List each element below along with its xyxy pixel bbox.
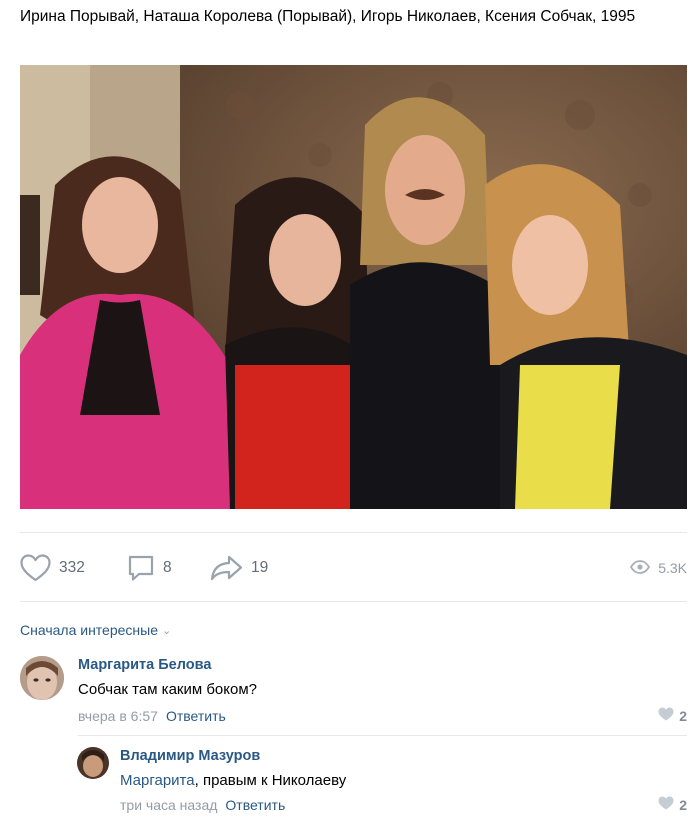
comment-text: Маргарита, правым к Николаеву: [120, 772, 346, 789]
views-count: 5.3K: [658, 560, 687, 576]
comment-meta: вчера в 6:57 Ответить: [78, 708, 226, 724]
views-counter: 5.3K: [630, 550, 687, 586]
post-photo[interactable]: [20, 65, 687, 509]
comment-author[interactable]: Маргарита Белова: [78, 657, 211, 673]
chevron-down-icon: ⌄: [162, 624, 172, 637]
comments-divider: [20, 601, 687, 602]
heart-icon: [20, 554, 51, 582]
comment-like-count: 2: [679, 707, 687, 724]
comment-count: 8: [163, 559, 172, 576]
post-divider: [20, 532, 687, 533]
small-heart-icon: [658, 796, 674, 813]
reply-button[interactable]: Ответить: [166, 708, 226, 724]
share-icon: [210, 555, 243, 581]
like-button[interactable]: 332: [20, 550, 85, 586]
comment-like-count: 2: [679, 796, 687, 813]
avatar[interactable]: [77, 747, 109, 779]
comment-text: Собчак там каким боком?: [78, 681, 257, 698]
comment-author[interactable]: Владимир Мазуров: [120, 748, 260, 764]
reply-mention-link[interactable]: Маргарита: [120, 772, 195, 789]
comment-like-button[interactable]: 2: [658, 707, 687, 724]
comment-time[interactable]: вчера в 6:57: [78, 708, 158, 724]
comment-meta: три часа назад Ответить: [120, 797, 285, 813]
avatar[interactable]: [20, 656, 64, 700]
comment-time[interactable]: три часа назад: [120, 797, 217, 813]
comment-icon: [127, 554, 155, 582]
reply-button[interactable]: Ответить: [225, 797, 285, 813]
like-count: 332: [59, 559, 85, 576]
comment-button[interactable]: 8: [127, 550, 172, 586]
sort-label: Сначала интересные: [20, 622, 158, 638]
comment-text-body: , правым к Николаеву: [194, 772, 347, 789]
share-count: 19: [251, 559, 269, 576]
share-button[interactable]: 19: [210, 550, 268, 586]
post-caption: Ирина Порывай, Наташа Королева (Порывай)…: [20, 8, 636, 25]
comments-sort-dropdown[interactable]: Сначала интересные ⌄: [20, 620, 171, 640]
post-actions: 332 8 19 5.3K: [20, 550, 687, 586]
comment-divider: [78, 735, 687, 736]
comment-like-button[interactable]: 2: [658, 796, 687, 813]
eye-icon: [630, 559, 651, 577]
small-heart-icon: [658, 707, 674, 724]
